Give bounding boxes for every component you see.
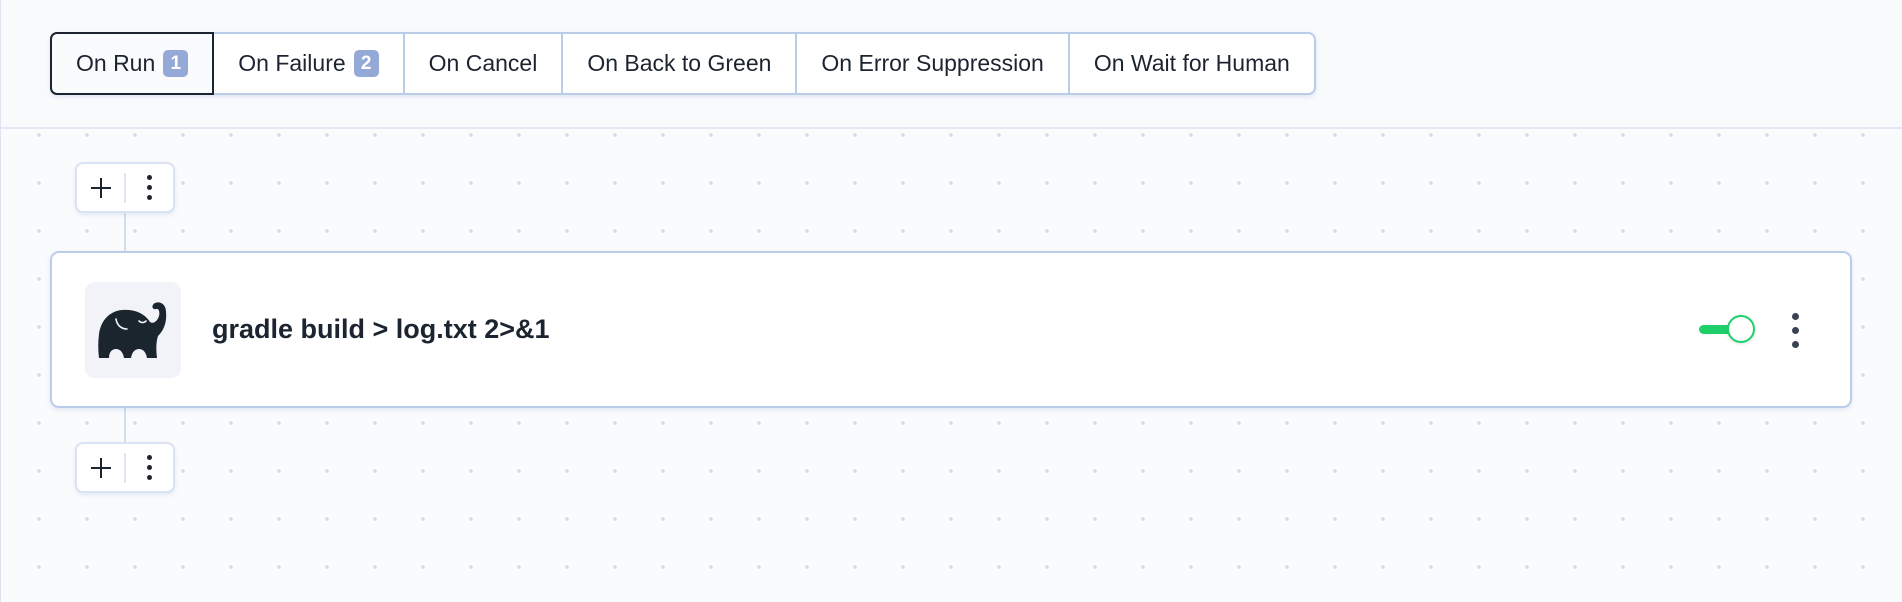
plus-icon xyxy=(90,457,111,478)
step-enabled-toggle[interactable] xyxy=(1699,315,1755,345)
gradle-elephant-icon xyxy=(98,302,167,358)
more-options-button[interactable] xyxy=(126,164,173,211)
more-options-button[interactable] xyxy=(126,444,173,491)
step-menu-button[interactable] xyxy=(1783,311,1807,349)
insert-step-control-top xyxy=(75,162,175,213)
count-badge: 2 xyxy=(353,50,379,77)
kebab-icon-dot xyxy=(1791,312,1799,320)
plus-icon xyxy=(90,177,111,198)
connector-line xyxy=(124,212,126,253)
kebab-icon xyxy=(146,175,152,200)
toggle-knob xyxy=(1727,315,1755,343)
add-step-button[interactable] xyxy=(77,444,124,491)
tab-label: On Error Suppression xyxy=(821,50,1044,76)
count-badge: 1 xyxy=(163,50,189,77)
kebab-icon xyxy=(146,455,152,480)
tab-label: On Cancel xyxy=(428,50,538,76)
tab-label: On Run xyxy=(76,50,156,76)
tab-on-run[interactable]: On Run 1 xyxy=(50,32,215,95)
add-step-button[interactable] xyxy=(77,164,124,211)
tab-label: On Wait for Human xyxy=(1093,50,1290,76)
step-icon-container xyxy=(85,282,181,378)
tab-on-failure[interactable]: On Failure 2 xyxy=(214,34,405,93)
tab-on-error-suppression[interactable]: On Error Suppression xyxy=(797,34,1070,93)
insert-step-control-bottom xyxy=(75,442,175,493)
kebab-icon-dot xyxy=(1791,340,1799,348)
tab-label: On Failure xyxy=(238,50,346,76)
header-bar: On Run 1 On Failure 2 On Cancel On Back … xyxy=(1,0,1902,129)
kebab-icon-dot xyxy=(1791,326,1799,334)
step-command: gradle build > log.txt 2>&1 xyxy=(212,314,550,344)
tab-label: On Back to Green xyxy=(587,50,772,76)
step-card[interactable]: gradle build > log.txt 2>&1 xyxy=(50,251,1852,408)
tab-on-wait-for-human[interactable]: On Wait for Human xyxy=(1069,34,1314,93)
trigger-tabs: On Run 1 On Failure 2 On Cancel On Back … xyxy=(50,32,1316,95)
tab-on-back-to-green[interactable]: On Back to Green xyxy=(563,34,798,93)
tab-on-cancel[interactable]: On Cancel xyxy=(404,34,564,93)
